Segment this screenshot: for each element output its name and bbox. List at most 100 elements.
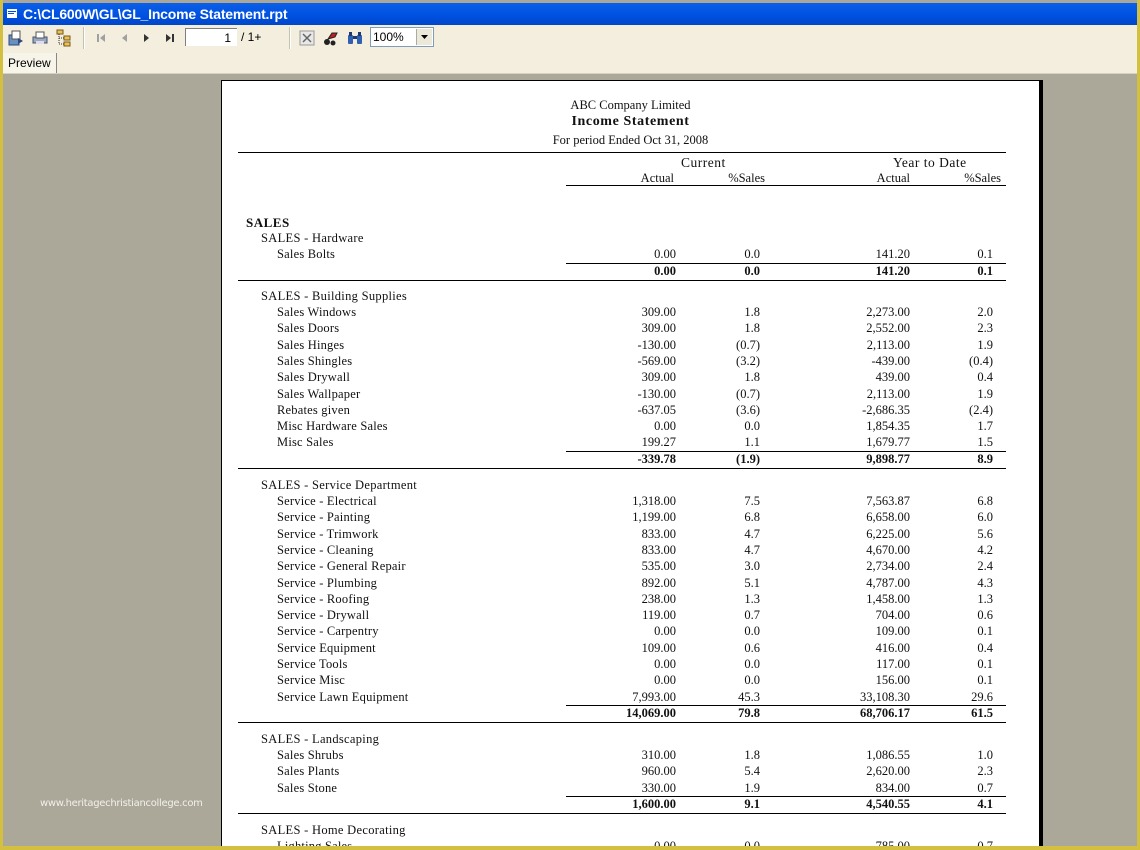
row-value-cur: 833.00 xyxy=(641,526,676,541)
row-value-cur-pct: 1.8 xyxy=(744,748,760,762)
tab-bar: Preview xyxy=(3,51,1137,74)
report-page: ABC Company Limited Income Statement For… xyxy=(221,80,1043,846)
row-value-ytd: 416.00 xyxy=(875,640,910,655)
group-heading: SALES - Service Department xyxy=(261,478,418,492)
previous-page-button[interactable] xyxy=(114,28,134,48)
row-value-ytd: 7,563.87 xyxy=(866,494,910,508)
zoom-select[interactable]: 100% xyxy=(370,27,434,47)
row-value-ytd: -439.00 xyxy=(871,353,910,368)
group-tree-icon xyxy=(56,29,71,47)
first-page-button[interactable] xyxy=(91,28,111,48)
group-tree-button[interactable] xyxy=(54,28,74,48)
page-number-input[interactable]: 1 xyxy=(185,28,237,46)
last-page-button[interactable] xyxy=(160,28,180,48)
row-value-ytd: 6,225.00 xyxy=(866,526,910,541)
row-value-ytd-pct: 1.7 xyxy=(977,419,993,434)
last-page-icon xyxy=(166,34,174,42)
group-total-cur-pct: 0.0 xyxy=(744,263,760,278)
col-header-ytd-pct: %Sales xyxy=(964,171,1001,185)
row-value-cur-pct: 0.0 xyxy=(744,839,760,846)
row-label: Service - Drywall xyxy=(277,608,370,623)
col-header-ytd-actual: Actual xyxy=(876,171,910,185)
row-label: Sales Bolts xyxy=(277,247,336,261)
search-expert-button[interactable] xyxy=(321,28,341,48)
row-value-ytd: 141.20 xyxy=(875,247,910,261)
row-value-cur-pct: 4.7 xyxy=(744,526,760,541)
row-value-cur-pct: 45.3 xyxy=(738,689,760,704)
col-header-current-pct: %Sales xyxy=(728,171,765,185)
row-value-cur-pct: 0.0 xyxy=(744,657,760,671)
row-value-cur-pct: (0.7) xyxy=(736,337,760,352)
row-value-ytd: 1,679.77 xyxy=(866,435,910,450)
header-divider xyxy=(238,152,1006,153)
row-value-ytd-pct: 5.6 xyxy=(977,526,993,541)
row-label: Service - Cleaning xyxy=(277,542,374,557)
group-heading: SALES - Building Supplies xyxy=(261,289,408,303)
row-value-cur: -569.00 xyxy=(637,353,676,368)
row-value-ytd: 1,086.55 xyxy=(866,748,910,762)
row-label: Service Misc xyxy=(277,673,346,688)
row-value-cur: 309.00 xyxy=(641,305,676,319)
tab-preview[interactable]: Preview xyxy=(3,53,57,73)
group-total-cur: 14,069.00 xyxy=(626,706,676,721)
row-label: Sales Shrubs xyxy=(277,748,344,762)
row-value-cur-pct: 0.0 xyxy=(744,419,760,434)
report-title: Income Statement xyxy=(571,114,690,129)
row-label: Rebates given xyxy=(277,402,351,417)
row-value-ytd-pct: 0.1 xyxy=(977,673,993,688)
col-group-current: Current xyxy=(681,155,726,170)
group-divider xyxy=(238,468,1006,470)
row-value-ytd: 117.00 xyxy=(876,657,910,671)
row-value-ytd-pct: 0.6 xyxy=(977,608,993,623)
row-value-cur: 310.00 xyxy=(641,748,676,762)
row-value-cur-pct: 5.4 xyxy=(744,764,760,779)
row-value-cur: 109.00 xyxy=(641,640,676,655)
group-total-ytd-pct: 8.9 xyxy=(977,452,993,467)
group-total-cur-pct: 79.8 xyxy=(738,706,760,721)
row-value-cur-pct: 0.6 xyxy=(744,640,760,655)
row-value-ytd-pct: 0.4 xyxy=(977,640,993,655)
row-value-ytd: 2,734.00 xyxy=(866,559,910,574)
row-label: Service - Painting xyxy=(277,510,371,525)
export-button[interactable] xyxy=(6,28,26,48)
row-value-ytd: 439.00 xyxy=(875,370,910,385)
row-value-ytd: 156.00 xyxy=(875,673,910,688)
group-total-ytd-pct: 0.1 xyxy=(977,263,993,278)
row-value-cur: 0.00 xyxy=(654,657,676,671)
row-value-ytd-pct: 2.3 xyxy=(977,321,993,336)
row-label: Lighting Sales xyxy=(277,839,353,846)
find-button[interactable] xyxy=(345,28,365,48)
group-total-ytd: 141.20 xyxy=(875,263,910,278)
stop-button[interactable] xyxy=(297,28,317,48)
row-value-ytd: 4,670.00 xyxy=(866,542,910,557)
group-total-cur: -339.78 xyxy=(637,452,676,467)
window-icon xyxy=(7,9,17,18)
row-value-cur-pct: 1.8 xyxy=(744,370,760,385)
row-value-ytd-pct: 0.1 xyxy=(977,657,993,671)
next-page-icon xyxy=(144,34,149,42)
row-label: Misc Hardware Sales xyxy=(277,419,388,434)
zoom-value: 100% xyxy=(373,30,404,44)
row-value-ytd-pct: 2.0 xyxy=(977,305,993,319)
row-value-cur: 0.00 xyxy=(654,419,676,434)
row-value-ytd-pct: 1.5 xyxy=(977,435,993,450)
row-value-cur: 119.00 xyxy=(642,608,676,623)
row-value-cur-pct: 1.3 xyxy=(744,591,760,606)
column-header-underline xyxy=(566,185,1006,186)
row-label: Sales Plants xyxy=(277,764,340,779)
row-value-cur-pct: (3.6) xyxy=(736,402,760,417)
next-page-button[interactable] xyxy=(137,28,157,48)
row-value-ytd-pct: 1.9 xyxy=(977,386,993,401)
row-value-cur-pct: 0.7 xyxy=(744,608,760,623)
print-button[interactable] xyxy=(30,28,50,48)
row-label: Sales Windows xyxy=(277,305,357,319)
row-value-cur-pct: (3.2) xyxy=(736,353,760,368)
row-value-cur-pct: (0.7) xyxy=(736,386,760,401)
row-value-cur-pct: 1.8 xyxy=(744,305,760,319)
row-label: Service Equipment xyxy=(277,640,376,655)
preview-canvas: www.heritagechristiancollege.com ABC Com… xyxy=(3,74,1137,846)
row-value-ytd-pct: 0.1 xyxy=(977,247,993,261)
group-total-cur: 0.00 xyxy=(654,263,676,278)
chevron-down-icon[interactable] xyxy=(416,29,432,45)
previous-page-icon xyxy=(122,34,127,42)
